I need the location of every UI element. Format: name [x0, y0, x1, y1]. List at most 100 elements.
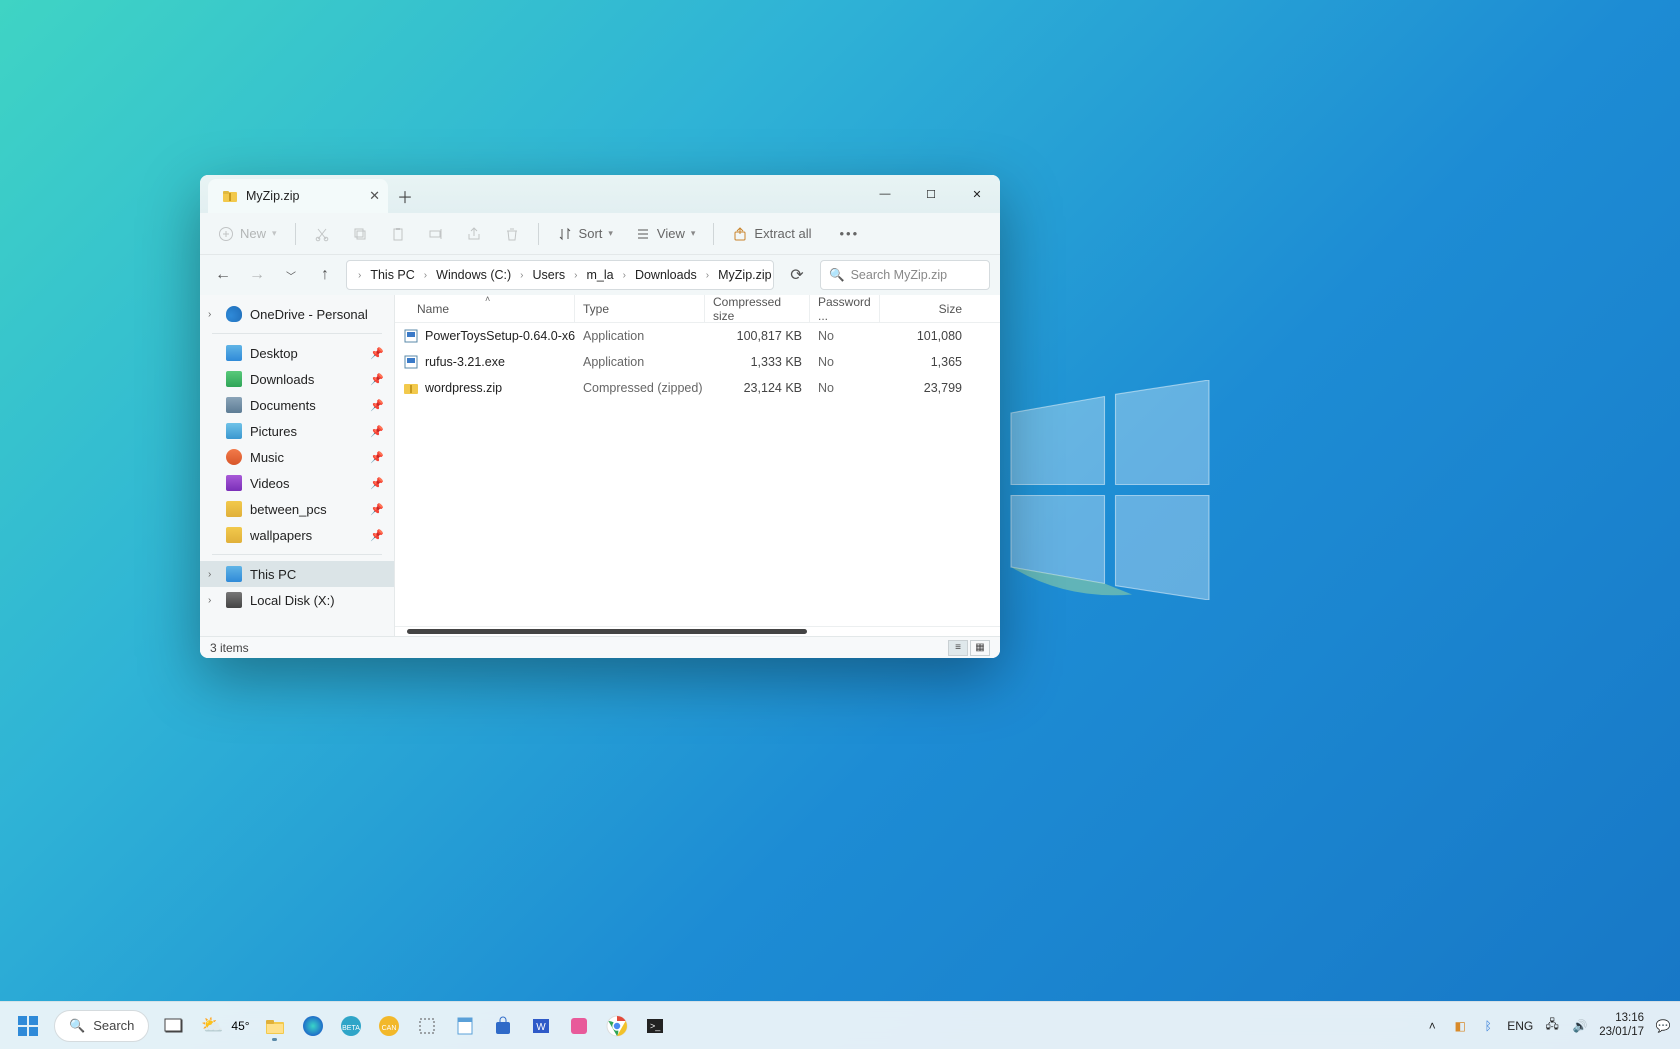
col-type[interactable]: Type — [575, 295, 705, 322]
tray-network-icon[interactable]: 🖧 — [1543, 1017, 1561, 1035]
extract-label: Extract all — [754, 226, 811, 241]
drive-icon — [226, 592, 242, 608]
file-password-cell: No — [810, 329, 880, 343]
crumb-downloads[interactable]: Downloads — [631, 266, 701, 284]
file-rows[interactable]: PowerToysSetup-0.64.0-x64.exe Applicatio… — [395, 323, 1000, 626]
crumb-c[interactable]: Windows (C:) — [432, 266, 515, 284]
expand-icon[interactable]: › — [208, 595, 211, 606]
taskbar-app-pink[interactable] — [562, 1009, 596, 1043]
more-button[interactable]: ••• — [831, 222, 867, 245]
exe-icon — [403, 328, 419, 344]
new-tab-button[interactable]: ＋ — [388, 179, 422, 213]
copy-button[interactable] — [344, 222, 376, 246]
expand-icon[interactable]: › — [208, 569, 211, 580]
svg-text:CAN: CAN — [381, 1025, 396, 1032]
weather-widget[interactable]: ⛅ — [195, 1009, 229, 1043]
sidebar-videos[interactable]: Videos📌 — [200, 470, 394, 496]
rename-button[interactable] — [420, 222, 452, 246]
crumb-thispc[interactable]: This PC — [366, 266, 418, 284]
back-button[interactable]: ← — [210, 262, 236, 288]
downloads-icon — [226, 371, 242, 387]
delete-button[interactable] — [496, 222, 528, 246]
tray-bluetooth-icon[interactable]: ᛒ — [1479, 1017, 1497, 1035]
tray-notifications-icon[interactable]: 💬 — [1654, 1017, 1672, 1035]
crumb-myzip[interactable]: MyZip.zip — [714, 266, 774, 284]
details-view-button[interactable]: ≡ — [948, 640, 968, 656]
file-row[interactable]: PowerToysSetup-0.64.0-x64.exe Applicatio… — [395, 323, 1000, 349]
tab-close-icon[interactable]: ✕ — [369, 188, 380, 204]
tray-language[interactable]: ENG — [1507, 1019, 1533, 1033]
sort-label: Sort — [579, 226, 603, 241]
sidebar-downloads[interactable]: Downloads📌 — [200, 366, 394, 392]
expand-icon[interactable]: › — [208, 309, 211, 320]
taskbar-edge-canary[interactable]: CAN — [372, 1009, 406, 1043]
zip-folder-icon — [222, 188, 238, 204]
taskbar-notepad[interactable] — [448, 1009, 482, 1043]
windows-logo-icon — [17, 1015, 39, 1037]
sidebar-desktop[interactable]: Desktop📌 — [200, 340, 394, 366]
taskbar-search-label: Search — [93, 1018, 134, 1033]
divider — [538, 223, 539, 245]
music-icon — [226, 449, 242, 465]
taskbar-store[interactable] — [486, 1009, 520, 1043]
minimize-button[interactable]: — — [862, 175, 908, 213]
svg-text:BETA: BETA — [342, 1025, 360, 1032]
crumb-users[interactable]: Users — [529, 266, 570, 284]
tray-time: 13:16 — [1599, 1012, 1644, 1025]
taskbar-edge[interactable] — [296, 1009, 330, 1043]
sidebar-betweenpcs[interactable]: between_pcs📌 — [200, 496, 394, 522]
taskbar-edge-beta[interactable]: BETA — [334, 1009, 368, 1043]
extract-all-button[interactable]: Extract all — [724, 222, 819, 246]
up-button[interactable]: ↑ — [312, 262, 338, 288]
taskbar-chrome[interactable] — [600, 1009, 634, 1043]
sidebar-pictures[interactable]: Pictures📌 — [200, 418, 394, 444]
taskbar-search[interactable]: 🔍 Search — [54, 1010, 149, 1042]
trash-icon — [504, 226, 520, 242]
task-view-button[interactable] — [157, 1009, 191, 1043]
refresh-button[interactable]: ⟳ — [782, 260, 812, 290]
sidebar-localdisk[interactable]: ›Local Disk (X:) — [200, 587, 394, 613]
sidebar-thispc[interactable]: ›This PC — [200, 561, 394, 587]
taskbar-word[interactable]: W — [524, 1009, 558, 1043]
cut-button[interactable] — [306, 222, 338, 246]
col-password[interactable]: Password ... — [810, 295, 880, 322]
close-button[interactable]: ✕ — [954, 175, 1000, 213]
weather-temp[interactable]: 45° — [231, 1019, 249, 1033]
crumb-user[interactable]: m_la — [583, 266, 618, 284]
search-box[interactable]: 🔍 Search MyZip.zip — [820, 260, 990, 290]
breadcrumb[interactable]: › This PC› Windows (C:)› Users› m_la› Do… — [346, 260, 774, 290]
divider — [713, 223, 714, 245]
new-button[interactable]: New ▾ — [210, 222, 285, 246]
view-button[interactable]: View ▾ — [627, 222, 703, 246]
sidebar-music[interactable]: Music📌 — [200, 444, 394, 470]
recent-locations-button[interactable]: ﹀ — [278, 262, 304, 288]
share-button[interactable] — [458, 222, 490, 246]
sidebar-wallpapers[interactable]: wallpapers📌 — [200, 522, 394, 548]
col-size[interactable]: Size — [880, 295, 970, 322]
maximize-button[interactable]: ☐ — [908, 175, 954, 213]
nav-sidebar: › OneDrive - Personal Desktop📌 Downloads… — [200, 295, 395, 636]
thumbnails-view-button[interactable]: ▦ — [970, 640, 990, 656]
forward-button[interactable]: → — [244, 262, 270, 288]
tray-clock[interactable]: 13:16 23/01/17 — [1599, 1012, 1644, 1038]
taskbar-explorer[interactable] — [258, 1009, 292, 1043]
tab-myzip[interactable]: MyZip.zip ✕ — [208, 179, 388, 213]
tray-overflow[interactable]: ˄ — [1423, 1017, 1441, 1035]
start-button[interactable] — [12, 1010, 44, 1042]
divider — [212, 554, 382, 555]
horizontal-scrollbar[interactable] — [395, 626, 1000, 636]
file-row[interactable]: rufus-3.21.exe Application 1,333 KB No 1… — [395, 349, 1000, 375]
col-compressed[interactable]: Compressed size — [705, 295, 810, 322]
paste-button[interactable] — [382, 222, 414, 246]
taskbar-snipping[interactable] — [410, 1009, 444, 1043]
sort-button[interactable]: Sort ▾ — [549, 222, 621, 246]
sidebar-documents[interactable]: Documents📌 — [200, 392, 394, 418]
tray-app-icon[interactable]: ◧ — [1451, 1017, 1469, 1035]
sidebar-onedrive[interactable]: › OneDrive - Personal — [200, 301, 394, 327]
onedrive-icon — [226, 306, 242, 322]
tray-volume-icon[interactable]: 🔊 — [1571, 1017, 1589, 1035]
desktop-windows-logo — [1000, 380, 1220, 600]
scrollbar-thumb[interactable] — [407, 629, 807, 634]
file-row[interactable]: wordpress.zip Compressed (zipped) Fol...… — [395, 375, 1000, 401]
taskbar-terminal[interactable]: >_ — [638, 1009, 672, 1043]
